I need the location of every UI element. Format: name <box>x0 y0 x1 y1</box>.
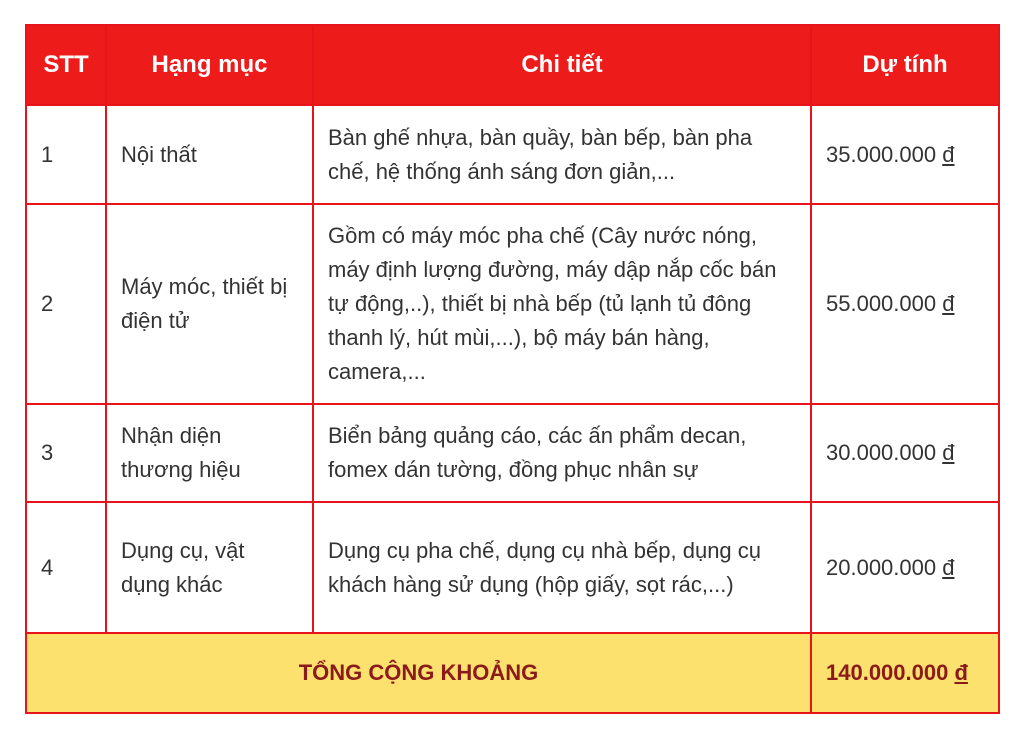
row-category: Dụng cụ, vật dụng khác <box>105 501 314 634</box>
currency-symbol: đ <box>942 440 955 465</box>
row-stt: 2 <box>25 203 107 405</box>
currency-symbol: đ <box>942 291 955 316</box>
row-amount: 55.000.000 <box>826 291 937 316</box>
header-stt: STT <box>25 24 107 106</box>
row-amount-cell: 30.000.000 đ <box>810 403 1000 503</box>
row-amount-cell: 55.000.000 đ <box>810 203 1000 405</box>
row-category: Nội thất <box>105 104 314 205</box>
row-stt: 4 <box>25 501 107 634</box>
budget-table: STT Hạng mục Chi tiết Dự tính 1 Nội thất… <box>25 24 1000 714</box>
row-stt: 3 <box>25 403 107 503</box>
table-row: 1 Nội thất Bàn ghế nhựa, bàn quầy, bàn b… <box>25 104 1000 205</box>
total-amount: 140.000.000 <box>826 660 949 685</box>
row-amount-cell: 20.000.000 đ <box>810 501 1000 634</box>
row-stt: 1 <box>25 104 107 205</box>
row-category: Nhận diện thương hiệu <box>105 403 314 503</box>
table-row: 4 Dụng cụ, vật dụng khác Dụng cụ pha chế… <box>25 501 1000 634</box>
row-detail: Bàn ghế nhựa, bàn quầy, bàn bếp, bàn pha… <box>312 104 812 205</box>
table-row: 2 Máy móc, thiết bị điện tử Gồm có máy m… <box>25 203 1000 405</box>
row-detail: Dụng cụ pha chế, dụng cụ nhà bếp, dụng c… <box>312 501 812 634</box>
row-amount-cell: 35.000.000 đ <box>810 104 1000 205</box>
row-detail: Gồm có máy móc pha chế (Cây nước nóng, m… <box>312 203 812 405</box>
table-row: 3 Nhận diện thương hiệu Biển bảng quảng … <box>25 403 1000 503</box>
header-detail: Chi tiết <box>312 24 812 106</box>
total-row: TỔNG CỘNG KHOẢNG 140.000.000 đ <box>25 632 1000 714</box>
row-detail: Biển bảng quảng cáo, các ấn phẩm decan, … <box>312 403 812 503</box>
currency-symbol: đ <box>954 660 968 685</box>
currency-symbol: đ <box>942 554 955 580</box>
header-row: STT Hạng mục Chi tiết Dự tính <box>25 24 1000 106</box>
header-estimate: Dự tính <box>810 24 1000 106</box>
total-amount-cell: 140.000.000 đ <box>810 632 1000 714</box>
row-category: Máy móc, thiết bị điện tử <box>105 203 314 405</box>
currency-symbol: đ <box>942 141 955 167</box>
row-amount: 35.000.000 <box>826 141 937 167</box>
row-amount: 30.000.000 <box>826 440 937 465</box>
row-amount: 20.000.000 <box>826 554 937 580</box>
total-label: TỔNG CỘNG KHOẢNG <box>25 632 812 714</box>
header-category: Hạng mục <box>105 24 314 106</box>
